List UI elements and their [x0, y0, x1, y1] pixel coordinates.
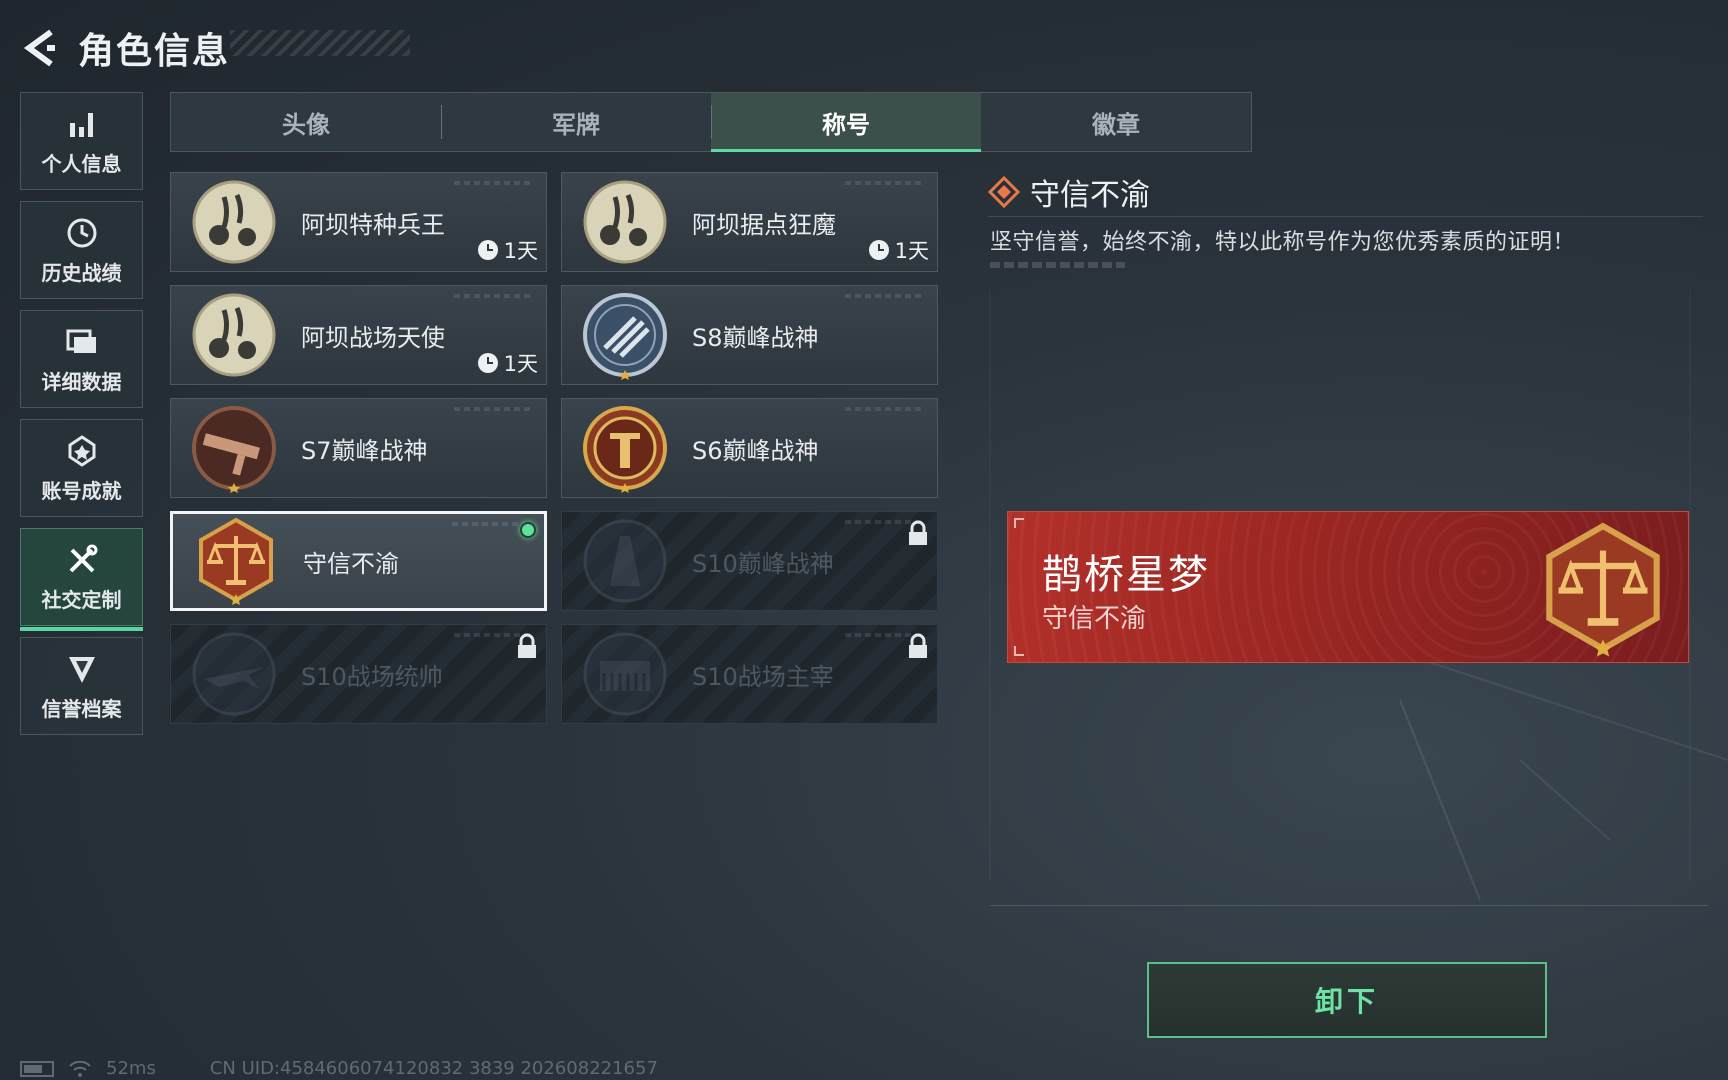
sidebar-item-detailed-data[interactable]: 详细数据 — [20, 310, 143, 408]
sidebar-item-label: 个人信息 — [41, 151, 122, 176]
title-name: 阿坝据点狂魔 — [692, 210, 836, 239]
title-name: S10战场主宰 — [692, 662, 834, 691]
lock-icon — [909, 633, 927, 658]
s10-colosseum-emblem-icon — [583, 632, 667, 716]
title-name: 阿坝战场天使 — [301, 323, 445, 352]
tab-dogtag[interactable]: 军牌 — [441, 93, 711, 151]
expiry-timer: 1天 — [868, 235, 929, 265]
title-name: 守信不渝 — [303, 549, 399, 578]
title-name: S10战场统帅 — [301, 662, 443, 691]
title-card[interactable]: S7巅峰战神 — [170, 398, 547, 498]
shield-icon — [64, 651, 100, 687]
wifi-icon — [69, 1060, 91, 1077]
divider — [988, 216, 1703, 217]
scales-emblem-icon — [1546, 522, 1660, 657]
banner-corner — [1014, 646, 1024, 656]
folder-icon — [64, 324, 100, 360]
uid-text: CN UID:4584606074120832 3839 20260822165… — [209, 1058, 658, 1079]
title-card-selected[interactable]: 守信不渝 — [170, 511, 547, 611]
title-card[interactable]: 阿坝战场天使 1天 — [170, 285, 547, 385]
panda-badge-icon — [192, 293, 276, 377]
sidebar-item-label: 历史战绩 — [41, 260, 122, 285]
title-card[interactable]: S8巅峰战神 — [561, 285, 938, 385]
title-preview-banner: 鹊桥星梦 守信不渝 — [1007, 511, 1689, 663]
s7-rifle-emblem-icon — [192, 406, 276, 493]
history-icon — [64, 215, 100, 251]
diamond-icon — [988, 176, 1020, 208]
tab-badge[interactable]: 徽章 — [981, 93, 1251, 151]
bar-chart-icon — [64, 106, 100, 142]
title-name: S10巅峰战神 — [692, 549, 834, 578]
back-button[interactable] — [18, 25, 64, 71]
clock-icon — [477, 240, 498, 260]
tab-title[interactable]: 称号 — [711, 93, 981, 152]
title-name: S7巅峰战神 — [301, 436, 428, 465]
s10-tower-emblem-icon — [583, 519, 667, 603]
expiry-timer: 1天 — [477, 235, 538, 265]
s8-emblem-icon — [583, 293, 667, 380]
expiry-timer: 1天 — [477, 348, 538, 378]
tools-icon — [64, 542, 100, 578]
panda-badge-icon — [192, 180, 276, 264]
lock-icon — [909, 520, 927, 545]
detail-title: 守信不渝 — [1030, 178, 1150, 213]
detail-description: 坚守信誉，始终不渝，特以此称号作为您优秀素质的证明！ — [990, 230, 1576, 255]
equipped-indicator — [520, 522, 536, 538]
timer-text: 1天 — [503, 239, 538, 263]
lock-icon — [518, 633, 536, 658]
unequip-button[interactable]: 卸下 — [1147, 962, 1547, 1038]
ping-text: 52ms — [106, 1058, 156, 1079]
title-name: S6巅峰战神 — [692, 436, 819, 465]
panda-badge-icon — [583, 180, 667, 264]
s6-emblem-icon — [583, 406, 667, 493]
header: 角色信息 — [18, 18, 230, 78]
back-arrow-icon — [23, 29, 55, 67]
page-title: 角色信息 — [78, 31, 231, 72]
title-card[interactable]: 阿坝据点狂魔 1天 — [561, 172, 938, 272]
banner-title: 守信不渝 — [1042, 604, 1147, 634]
s10-jet-emblem-icon — [192, 632, 276, 716]
title-grid: 阿坝特种兵王 1天 阿坝据点狂魔 1天 阿坝战场天使 1天 S8巅峰战神 S7巅… — [170, 172, 940, 724]
sidebar-item-credit-record[interactable]: 信誉档案 — [20, 637, 143, 735]
title-name: 阿坝特种兵王 — [301, 210, 445, 239]
tab-avatar[interactable]: 头像 — [171, 93, 441, 151]
clock-icon — [868, 240, 889, 260]
timer-text: 1天 — [894, 239, 929, 263]
sidebar-item-achievements[interactable]: 账号成就 — [20, 419, 143, 517]
sidebar: 个人信息 历史战绩 详细数据 账号成就 社交定制 信誉档案 — [20, 92, 143, 746]
sidebar-item-label: 信誉档案 — [41, 696, 122, 721]
panel-divider — [990, 905, 1708, 906]
timer-text: 1天 — [503, 352, 538, 376]
header-decor — [230, 30, 410, 56]
sidebar-item-label: 详细数据 — [41, 369, 122, 394]
sidebar-item-label: 账号成就 — [41, 478, 122, 503]
sidebar-item-personal-info[interactable]: 个人信息 — [20, 92, 143, 190]
medal-icon — [64, 433, 100, 469]
title-name: S8巅峰战神 — [692, 323, 819, 352]
title-card-locked[interactable]: S10战场统帅 — [170, 624, 547, 724]
sidebar-item-label: 社交定制 — [41, 587, 122, 612]
title-card-locked[interactable]: S10战场主宰 — [561, 624, 938, 724]
battery-icon — [20, 1060, 54, 1077]
scales-emblem-icon — [199, 517, 273, 605]
banner-corner — [1014, 518, 1024, 528]
player-name: 鹊桥星梦 — [1042, 552, 1210, 598]
title-card-locked[interactable]: S10巅峰战神 — [561, 511, 938, 611]
clock-icon — [477, 353, 498, 373]
sidebar-item-history[interactable]: 历史战绩 — [20, 201, 143, 299]
detail-header: 守信不渝 — [988, 170, 1150, 214]
title-card[interactable]: S6巅峰战神 — [561, 398, 938, 498]
sidebar-item-social-custom[interactable]: 社交定制 — [20, 528, 143, 631]
description-decor — [990, 262, 1125, 268]
tab-bar: 头像 军牌 称号 徽章 — [170, 92, 1252, 152]
status-footer: 52ms CN UID:4584606074120832 3839 202608… — [20, 1058, 658, 1079]
unequip-button-label: 卸下 — [1314, 985, 1379, 1018]
title-card[interactable]: 阿坝特种兵王 1天 — [170, 172, 547, 272]
